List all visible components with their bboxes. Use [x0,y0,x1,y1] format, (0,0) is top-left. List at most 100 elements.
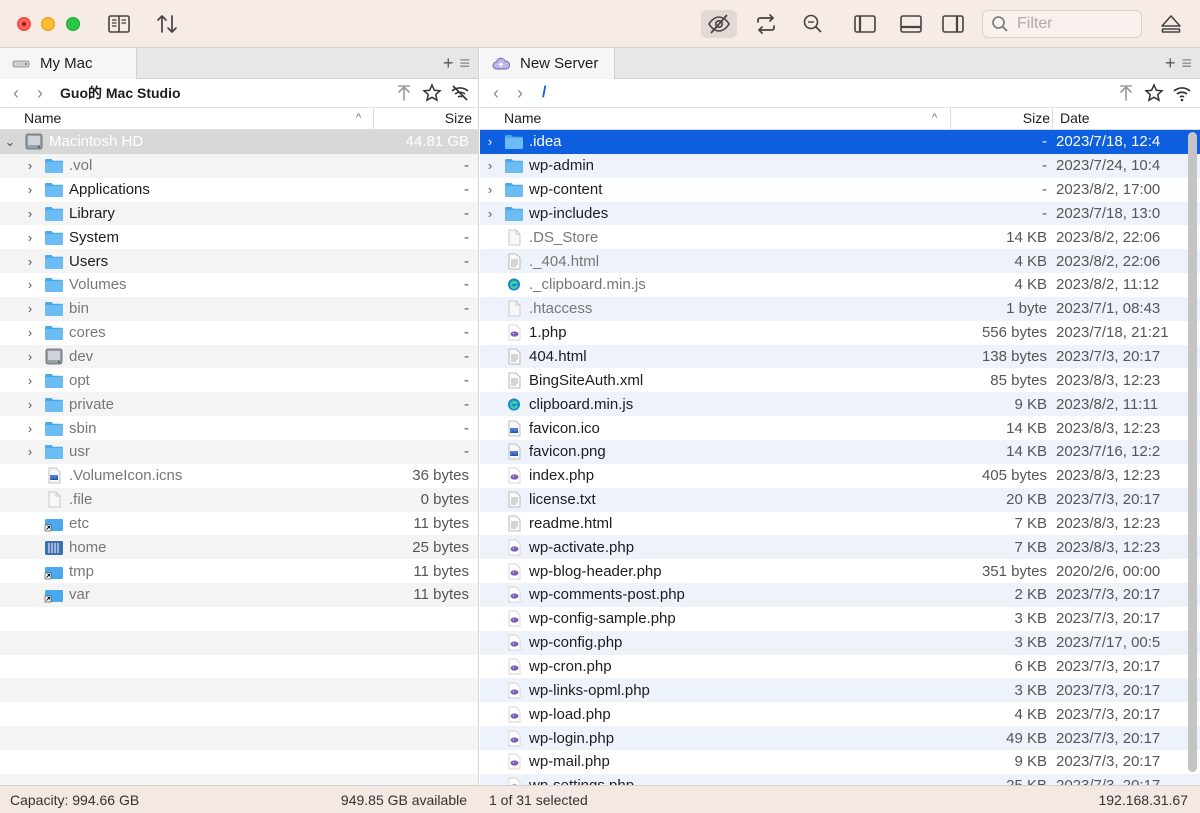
disclosure-closed-icon[interactable]: › [24,444,36,459]
sync-icon[interactable] [751,10,781,38]
disclosure-closed-icon[interactable]: › [24,206,36,221]
bottom-panel-icon[interactable] [896,10,926,38]
wifi-off-icon[interactable] [450,83,470,103]
list-item[interactable]: › dev - [0,344,478,369]
list-item[interactable]: wp-blog-header.php 351 bytes 2020/2/6, 00:… [480,559,1200,583]
list-item[interactable]: favicon.ico 14 KB 2023/8/3, 12:23 [480,416,1200,440]
tab-new-server[interactable]: New Server [480,48,615,79]
tab-my-mac[interactable]: My Mac [0,48,137,79]
list-item[interactable]: › System - [0,225,478,249]
size-column-header[interactable]: Size [956,110,1050,126]
list-item[interactable]: tmp 11 bytes [0,559,478,583]
list-item[interactable]: wp-settings.php 25 KB 2023/7/3, 20:17 [480,773,1200,785]
list-item[interactable]: home 25 bytes [0,535,478,560]
list-item[interactable]: › Library - [0,201,478,226]
path-label[interactable]: / [542,84,546,102]
list-item[interactable]: › Volumes - [0,273,478,297]
filter-search-field[interactable]: Filter [982,10,1142,38]
list-item[interactable]: › usr - [0,439,478,464]
list-item[interactable]: 1.php 556 bytes 2023/7/18, 21:21 [480,321,1200,345]
list-item[interactable]: clipboard.min.js 9 KB 2023/8/2, 11:11 [480,392,1200,417]
list-item[interactable]: › cores - [0,321,478,345]
list-item[interactable]: › bin - [0,296,478,321]
disclosure-closed-icon[interactable]: › [24,325,36,340]
minimize-window-button[interactable] [41,17,55,31]
disclosure-closed-icon[interactable]: › [24,182,36,197]
list-item[interactable]: .htaccess 1 byte 2023/7/1, 08:43 [480,296,1200,321]
list-item[interactable]: › wp-admin -2023/7/24, 10:4 [480,153,1200,178]
list-item[interactable]: .VolumeIcon.icns 36 bytes [0,464,478,488]
list-item[interactable]: etc 11 bytes [0,512,478,536]
disclosure-closed-icon[interactable]: › [484,134,496,149]
name-column-header[interactable]: Name [24,110,61,126]
favorite-star-icon[interactable] [422,83,442,103]
sort-arrows-icon[interactable] [152,10,182,38]
disclosure-closed-icon[interactable]: › [24,349,36,364]
list-item[interactable]: wp-mail.php 9 KB 2023/7/3, 20:17 [480,750,1200,774]
list-item[interactable]: wp-login.php 49 KB 2023/7/3, 20:17 [480,726,1200,750]
add-tab-icon[interactable]: + [443,53,454,74]
list-item[interactable]: index.php 405 bytes 2023/8/3, 12:23 [480,464,1200,488]
list-item[interactable]: wp-config-sample.php 3 KB 2023/7/3, 20:17 [480,607,1200,631]
list-item[interactable]: wp-load.php 4 KB 2023/7/3, 20:17 [480,702,1200,726]
list-item[interactable]: › .idea -2023/7/18, 12:4 [480,130,1200,154]
list-item[interactable]: ⌄ Macintosh HD 44.81 GB [0,130,478,154]
name-column-header[interactable]: Name [504,110,541,126]
hidden-eye-icon[interactable] [701,10,737,38]
list-item[interactable]: .DS_Store 14 KB 2023/8/2, 22:06 [480,225,1200,249]
disclosure-closed-icon[interactable]: › [24,277,36,292]
list-item[interactable]: › .vol - [0,153,478,178]
disclosure-open-icon[interactable]: ⌄ [4,134,16,150]
list-item[interactable]: wp-config.php 3 KB 2023/7/17, 00:5 [480,630,1200,655]
left-panel-icon[interactable] [850,10,880,38]
back-icon[interactable]: ‹ [488,83,504,104]
disclosure-closed-icon[interactable]: › [24,301,36,316]
list-item[interactable]: license.txt 20 KB 2023/7/3, 20:17 [480,487,1200,512]
list-item[interactable]: › sbin - [0,416,478,440]
menu-lines-icon[interactable]: ≡ [459,53,470,74]
list-item[interactable]: › opt - [0,368,478,392]
disclosure-closed-icon[interactable]: › [484,206,496,221]
list-item[interactable]: ._404.html 4 KB 2023/8/2, 22:06 [480,249,1200,274]
vertical-scrollbar[interactable] [1188,132,1197,772]
zoom-icon[interactable] [798,10,828,38]
disclosure-closed-icon[interactable]: › [24,373,36,388]
list-item[interactable]: 404.html 138 bytes 2023/7/3, 20:17 [480,344,1200,369]
zoom-window-button[interactable] [66,17,80,31]
favorite-star-icon[interactable] [1144,83,1164,103]
disclosure-closed-icon[interactable]: › [24,254,36,269]
list-item[interactable]: var 11 bytes [0,583,478,607]
disclosure-closed-icon[interactable]: › [484,182,496,197]
size-column-header[interactable]: Size [380,110,472,126]
list-item[interactable]: › wp-content -2023/8/2, 17:00 [480,178,1200,202]
list-item[interactable]: › Users - [0,249,478,274]
forward-icon[interactable]: › [512,83,528,104]
list-item[interactable]: wp-activate.php 7 KB 2023/8/3, 12:23 [480,535,1200,560]
list-item[interactable]: › private - [0,392,478,417]
list-item[interactable]: wp-comments-post.php 2 KB 2023/7/3, 20:17 [480,583,1200,607]
list-item[interactable]: readme.html 7 KB 2023/8/3, 12:23 [480,512,1200,536]
disclosure-closed-icon[interactable]: › [24,421,36,436]
eject-icon[interactable] [1156,10,1186,38]
menu-lines-icon[interactable]: ≡ [1181,53,1192,74]
add-tab-icon[interactable]: + [1165,53,1176,74]
back-icon[interactable]: ‹ [8,83,24,104]
right-panel-icon[interactable] [938,10,968,38]
up-directory-icon[interactable] [394,83,414,103]
list-item[interactable]: › wp-includes -2023/7/18, 13:0 [480,201,1200,226]
disclosure-closed-icon[interactable]: › [24,230,36,245]
list-item[interactable]: favicon.png 14 KB 2023/7/16, 12:2 [480,439,1200,464]
list-item[interactable]: BingSiteAuth.xml 85 bytes 2023/8/3, 12:23 [480,368,1200,392]
up-directory-icon[interactable] [1116,83,1136,103]
date-column-header[interactable]: Date [1060,110,1090,126]
close-window-button[interactable] [17,17,31,31]
list-item[interactable]: wp-links-opml.php 3 KB 2023/7/3, 20:17 [480,678,1200,703]
sidebar-book-icon[interactable] [104,10,134,38]
list-item[interactable]: .file 0 bytes [0,487,478,512]
forward-icon[interactable]: › [32,83,48,104]
disclosure-closed-icon[interactable]: › [484,158,496,173]
list-item[interactable]: › Applications - [0,178,478,202]
list-item[interactable]: wp-cron.php 6 KB 2023/7/3, 20:17 [480,655,1200,679]
disclosure-closed-icon[interactable]: › [24,397,36,412]
disclosure-closed-icon[interactable]: › [24,158,36,173]
